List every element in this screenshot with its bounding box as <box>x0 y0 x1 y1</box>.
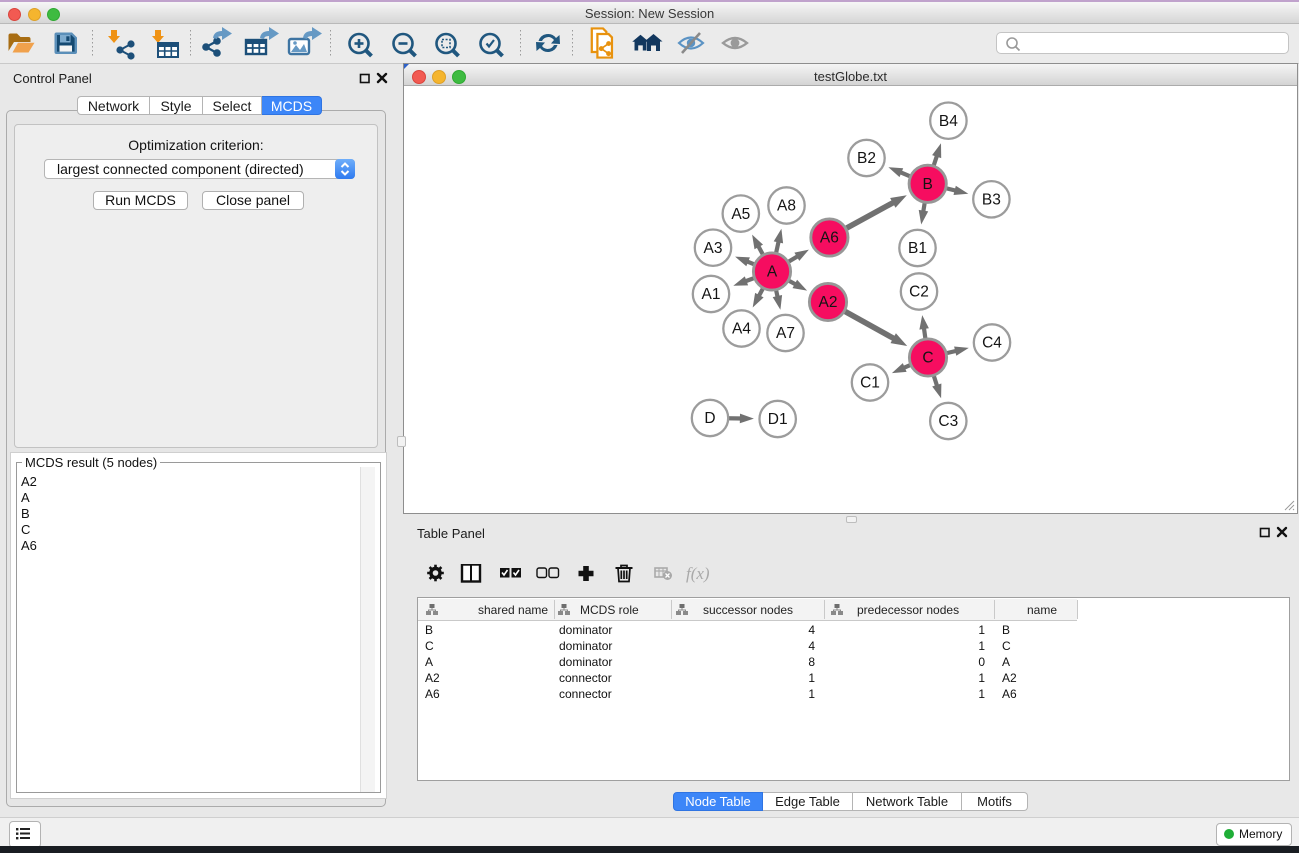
svg-text:A4: A4 <box>732 321 751 338</box>
svg-text:A6: A6 <box>820 230 839 247</box>
svg-text:C1: C1 <box>860 375 880 392</box>
svg-text:C2: C2 <box>909 284 929 301</box>
svg-text:D: D <box>704 410 715 427</box>
svg-text:A8: A8 <box>777 198 796 215</box>
svg-text:B4: B4 <box>939 113 958 130</box>
svg-text:A3: A3 <box>704 240 723 257</box>
svg-text:f(x): f(x) <box>686 564 710 583</box>
svg-text:C3: C3 <box>938 413 958 430</box>
svg-text:D1: D1 <box>768 411 788 428</box>
svg-text:A: A <box>767 264 778 281</box>
svg-text:C: C <box>922 350 933 367</box>
svg-text:C4: C4 <box>982 335 1002 352</box>
svg-text:A1: A1 <box>702 286 721 303</box>
svg-text:B2: B2 <box>857 150 876 167</box>
svg-text:A7: A7 <box>776 325 795 342</box>
svg-text:B1: B1 <box>908 240 927 257</box>
svg-text:B3: B3 <box>982 192 1001 209</box>
svg-text:A5: A5 <box>731 206 750 223</box>
svg-text:A2: A2 <box>819 294 838 311</box>
svg-text:B: B <box>923 176 933 193</box>
